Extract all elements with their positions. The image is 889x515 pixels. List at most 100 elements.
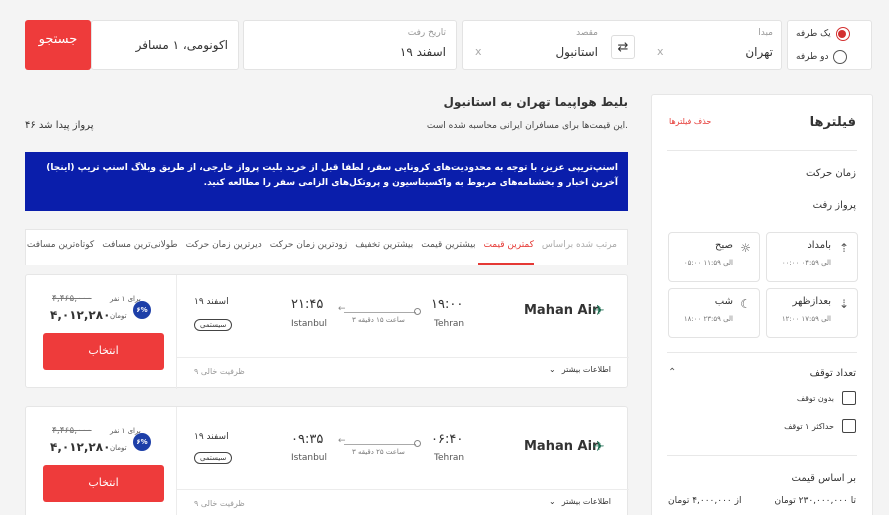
currency: تومان bbox=[110, 444, 127, 452]
route-line bbox=[344, 312, 416, 313]
checkbox[interactable] bbox=[842, 419, 856, 433]
slot-name: بامداد bbox=[807, 240, 831, 251]
flight-card: Mahan Air ✈ ۰۶:۴۰ Tehran ← ۳ ساعت ۲۵ دقی… bbox=[25, 406, 629, 515]
trip-type-box: یک طرفه دو طرفه bbox=[787, 20, 872, 70]
time-slot-early-morning[interactable]: ⇡ بامداد ۰۰:۰۰ الی ۰۴:۵۹ bbox=[766, 232, 858, 282]
route-box: مبدا تهران x ⇄ مقصد استانبول x bbox=[462, 20, 782, 70]
route-line bbox=[344, 444, 416, 445]
date-value: ۱۹ اسفند bbox=[399, 45, 446, 59]
sort-lowest-price[interactable]: کمترین قیمت bbox=[483, 240, 533, 250]
arrow-left-icon: ← bbox=[338, 304, 346, 314]
more-info-link[interactable]: اطلاعات بیشتر bbox=[562, 365, 611, 374]
old-price: ۴,۴۶۵,۰۰۰ bbox=[52, 294, 92, 304]
divider bbox=[667, 352, 857, 353]
departure-time: ۰۶:۴۰ bbox=[431, 432, 464, 447]
divider bbox=[667, 455, 857, 456]
flight-date: ۱۹ اسفند bbox=[194, 432, 229, 442]
sort-highest-price[interactable]: بیشترین قیمت bbox=[421, 240, 475, 250]
origin-field[interactable]: مبدا تهران x bbox=[625, 21, 783, 71]
date-field[interactable]: تاریخ رفت ۱۹ اسفند bbox=[243, 20, 457, 70]
class-badge: سیستمی bbox=[194, 319, 233, 331]
date-label: تاریخ رفت bbox=[407, 28, 446, 38]
origin-label: مبدا bbox=[758, 28, 773, 38]
airline-name: Mahan Air bbox=[524, 439, 599, 454]
one-way-label: یک طرفه bbox=[796, 29, 831, 39]
search-button[interactable]: جستجو bbox=[25, 20, 91, 70]
moon-icon: ☾ bbox=[740, 297, 751, 311]
results-subtitle: این قیمت‌ها برای مسافران ایرانی محاسبه ش… bbox=[426, 121, 628, 131]
time-slot-afternoon[interactable]: ⇣ بعدازظهر ۱۲:۰۰ الی ۱۷:۵۹ bbox=[766, 288, 858, 338]
slot-range: ۰۰:۰۰ الی ۰۴:۵۹ bbox=[781, 259, 831, 267]
flight-duration: ۳ ساعت ۱۵ دقیقه bbox=[352, 316, 405, 324]
sort-longest-distance[interactable]: طولانی‌ترین مسافت bbox=[102, 240, 177, 250]
destination-field[interactable]: مقصد استانبول x bbox=[463, 21, 608, 71]
swap-icon: ⇄ bbox=[617, 39, 629, 55]
divider bbox=[176, 275, 177, 389]
divider bbox=[667, 150, 857, 151]
round-trip-option[interactable]: دو طرفه bbox=[796, 50, 848, 64]
results-title: بلیط هواپیما تهران به استانبول bbox=[443, 95, 628, 109]
sort-bar: مرتب شده براساس کمترین قیمت بیشترین قیمت… bbox=[25, 229, 628, 265]
time-slot-night[interactable]: ☾ شب ۱۸:۰۰ الی ۲۳:۵۹ bbox=[668, 288, 760, 338]
round-trip-radio[interactable] bbox=[833, 50, 848, 64]
more-info-link[interactable]: اطلاعات بیشتر bbox=[562, 497, 611, 506]
discount-badge: ۶% bbox=[133, 301, 151, 319]
filters-panel: فیلترها حذف فیلترها زمان حرکت پرواز رفت … bbox=[651, 94, 873, 515]
chevron-down-icon[interactable]: ⌄ bbox=[549, 497, 556, 506]
one-way-radio[interactable] bbox=[835, 27, 850, 41]
select-button[interactable]: انتخاب bbox=[43, 333, 164, 370]
departure-city: Tehran bbox=[434, 319, 465, 329]
checkbox[interactable] bbox=[842, 391, 856, 405]
departure-city: Tehran bbox=[434, 453, 465, 463]
flight-card: Mahan Air ✈ ۱۹:۰۰ Tehran ← ۳ ساعت ۱۵ دقی… bbox=[25, 274, 629, 389]
price-to: تا ۲۳۰,۰۰۰,۰۰۰ تومان bbox=[774, 496, 856, 506]
destination-value: استانبول bbox=[555, 45, 598, 59]
sort-earliest-departure[interactable]: زودترین زمان حرکت bbox=[270, 240, 347, 250]
stops-title: تعداد توقف bbox=[809, 368, 856, 379]
arrival-time: ۲۱:۴۵ bbox=[291, 297, 324, 312]
select-button[interactable]: انتخاب bbox=[43, 465, 164, 502]
origin-clear-icon[interactable]: x bbox=[657, 45, 664, 58]
stop-label: بدون توقف bbox=[796, 393, 834, 403]
class-badge: سیستمی bbox=[194, 452, 233, 464]
clear-filters-link[interactable]: حذف فیلترها bbox=[669, 117, 711, 126]
origin-dot-icon bbox=[414, 440, 421, 447]
stop-option-nonstop[interactable]: بدون توقف bbox=[797, 391, 856, 405]
price-title: بر اساس قیمت bbox=[791, 473, 856, 484]
sort-active-indicator bbox=[478, 263, 534, 265]
one-way-option[interactable]: یک طرفه bbox=[796, 27, 850, 41]
stop-option-one[interactable]: حداکثر ۱ توقف bbox=[784, 419, 856, 433]
slot-range: ۱۲:۰۰ الی ۱۷:۵۹ bbox=[781, 315, 831, 323]
notice-text: اسنپ‌تریپی عزیز، با توجه به محدودیت‌های … bbox=[46, 163, 618, 188]
currency: تومان bbox=[110, 312, 127, 320]
destination-label: مقصد bbox=[576, 28, 598, 38]
passengers-field[interactable]: اکونومی، ۱ مسافر bbox=[91, 20, 239, 70]
price: ۴,۰۱۲,۲۸۰ bbox=[50, 440, 111, 454]
departure-time-title: زمان حرکت bbox=[805, 168, 856, 179]
slot-name: شب bbox=[714, 296, 733, 307]
sunset-icon: ⇣ bbox=[838, 297, 849, 311]
old-price: ۴,۴۶۵,۰۰۰ bbox=[52, 426, 92, 436]
arrow-left-icon: ← bbox=[338, 436, 346, 446]
origin-dot-icon bbox=[414, 308, 421, 315]
swap-button[interactable]: ⇄ bbox=[611, 35, 635, 59]
chevron-down-icon[interactable]: ⌄ bbox=[549, 365, 556, 374]
sort-latest-departure[interactable]: دیرترین زمان حرکت bbox=[186, 240, 262, 250]
sunrise-icon: ⇡ bbox=[838, 241, 849, 255]
price: ۴,۰۱۲,۲۸۰ bbox=[50, 308, 111, 322]
seat-capacity: ظرفیت خالی ۹ bbox=[194, 499, 245, 508]
chevron-up-icon[interactable]: ⌃ bbox=[668, 367, 676, 378]
divider bbox=[176, 407, 177, 515]
origin-value: تهران bbox=[745, 45, 773, 59]
destination-clear-icon[interactable]: x bbox=[475, 45, 482, 58]
sort-highest-discount[interactable]: بیشترین تخفیف bbox=[355, 240, 413, 250]
sort-shortest-distance[interactable]: کوتاه‌ترین مسافت bbox=[27, 240, 94, 250]
arrival-time: ۰۹:۳۵ bbox=[291, 432, 324, 447]
arrival-city: Istanbul bbox=[291, 319, 328, 329]
outbound-label: پرواز رفت bbox=[812, 200, 856, 211]
stop-label: حداکثر ۱ توقف bbox=[784, 421, 834, 431]
slot-range: ۱۸:۰۰ الی ۲۳:۵۹ bbox=[683, 315, 733, 323]
time-slot-morning[interactable]: ☼ صبح ۰۵:۰۰ الی ۱۱:۵۹ bbox=[668, 232, 760, 282]
round-trip-label: دو طرفه bbox=[796, 52, 829, 62]
departure-time: ۱۹:۰۰ bbox=[431, 297, 464, 312]
